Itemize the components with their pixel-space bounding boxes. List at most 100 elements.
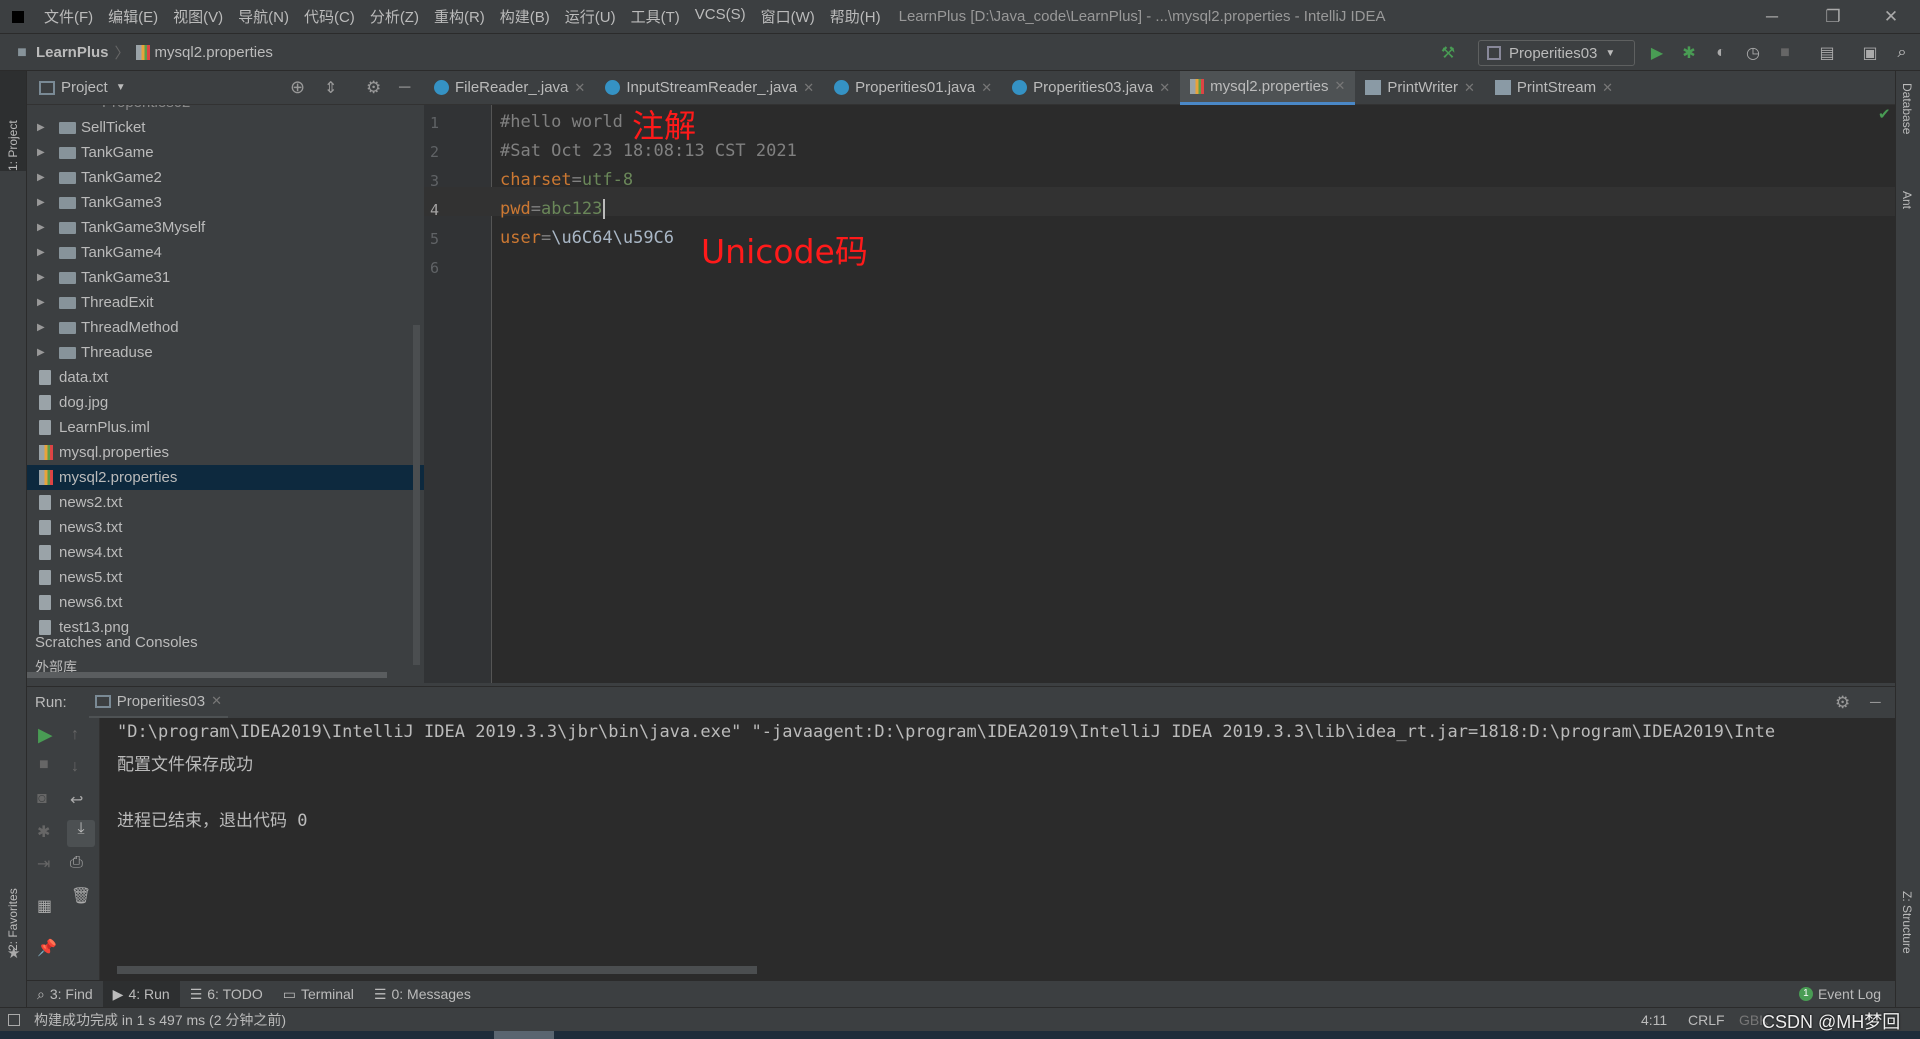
- terminal-window-icon[interactable]: ▣: [1860, 43, 1880, 63]
- tree-item[interactable]: news4.txt: [27, 540, 424, 565]
- login-icon[interactable]: ⇥: [37, 854, 50, 874]
- editor-tab[interactable]: PrintStream ✕: [1485, 71, 1623, 105]
- pin-icon[interactable]: 📌: [37, 938, 57, 958]
- close-button[interactable]: ✕: [1868, 0, 1914, 34]
- tree-horizontal-scrollbar[interactable]: [27, 672, 387, 678]
- tree-item[interactable]: ▶ ThreadExit: [27, 290, 424, 315]
- collapse-all-icon[interactable]: ⇕: [324, 78, 337, 98]
- expand-arrow-icon[interactable]: ▶: [37, 315, 45, 340]
- tree-item[interactable]: ▶ SellTicket: [27, 115, 424, 140]
- editor-tab[interactable]: Properities01.java ✕: [824, 71, 1002, 105]
- tree-item[interactable]: ▶ TankGame3: [27, 190, 424, 215]
- breadcrumb-file[interactable]: mysql2.properties: [155, 44, 273, 61]
- caret-position[interactable]: 4:11: [1641, 1012, 1667, 1028]
- tree-item[interactable]: mysql2.properties: [27, 465, 424, 490]
- debug-icon[interactable]: ✱: [1679, 43, 1699, 63]
- tree-item[interactable]: ▶ TankGame2: [27, 165, 424, 190]
- tree-vertical-scrollbar[interactable]: [413, 325, 420, 665]
- expand-arrow-icon[interactable]: ▶: [37, 140, 45, 165]
- minimize-button[interactable]: ─: [1749, 0, 1795, 34]
- tree-item-partial[interactable]: Properities02: [27, 105, 424, 115]
- tool-tab[interactable]: ⌕ 3: Find: [27, 981, 103, 1008]
- tree-item[interactable]: ▶ TankGame3Myself: [27, 215, 424, 240]
- tree-item[interactable]: ▶ Threaduse: [27, 340, 424, 365]
- build-hammer-icon[interactable]: ⚒: [1438, 43, 1458, 63]
- code-editor[interactable]: #hello world #Sat Oct 23 18:08:13 CST 20…: [492, 105, 1895, 683]
- tool-tab[interactable]: ☰ 0: Messages: [364, 981, 481, 1008]
- menu-navigate[interactable]: 导航(N): [238, 6, 289, 27]
- console-output[interactable]: "D:\program\IDEA2019\IntelliJ IDEA 2019.…: [100, 718, 1895, 980]
- expand-arrow-icon[interactable]: ▶: [37, 290, 45, 315]
- ant-tool-button[interactable]: Ant: [1900, 191, 1914, 213]
- editor-tab[interactable]: mysql2.properties ✕: [1180, 70, 1356, 105]
- tool-tab[interactable]: ▶ 4: Run: [102, 980, 180, 1008]
- stop-icon[interactable]: ■: [39, 756, 49, 774]
- expand-arrow-icon[interactable]: ▶: [37, 115, 45, 140]
- project-tool-button[interactable]: 1: Project: [0, 71, 26, 171]
- menu-tools[interactable]: 工具(T): [631, 6, 680, 27]
- tree-item[interactable]: LearnPlus.iml: [27, 415, 424, 440]
- tree-item[interactable]: ▶ TankGame: [27, 140, 424, 165]
- favorites-tool-button[interactable]: 2: Favorites: [0, 861, 26, 951]
- close-tab-icon[interactable]: ✕: [981, 80, 992, 96]
- tree-item[interactable]: dog.jpg: [27, 390, 424, 415]
- expand-arrow-icon[interactable]: ▶: [37, 215, 45, 240]
- editor-tab[interactable]: PrintWriter ✕: [1355, 71, 1484, 105]
- print-icon[interactable]: ⎙: [70, 854, 83, 872]
- close-tab-icon[interactable]: ✕: [1464, 80, 1475, 96]
- hide-icon[interactable]: ─: [399, 79, 410, 97]
- menu-help[interactable]: 帮助(H): [830, 6, 881, 27]
- event-log-button[interactable]: 1 Event Log: [1798, 986, 1881, 1002]
- menu-build[interactable]: 构建(B): [500, 6, 550, 27]
- run-tab[interactable]: Properities03 ✕: [88, 687, 228, 719]
- tree-item[interactable]: news5.txt: [27, 565, 424, 590]
- editor-tab[interactable]: InputStreamReader_.java ✕: [595, 71, 824, 105]
- expand-arrow-icon[interactable]: ▶: [37, 165, 45, 190]
- menu-code[interactable]: 代码(C): [304, 6, 355, 27]
- camera-icon[interactable]: ◙: [37, 790, 47, 808]
- arrow-down-icon[interactable]: ↓: [71, 758, 79, 776]
- scroll-to-end-icon[interactable]: ⤓: [67, 820, 95, 847]
- menu-analyze[interactable]: 分析(Z): [370, 6, 419, 27]
- tree-item[interactable]: news3.txt: [27, 515, 424, 540]
- menu-file[interactable]: 文件(F): [44, 6, 93, 27]
- editor-tab[interactable]: Properities03.java ✕: [1002, 71, 1180, 105]
- tool-windows-toggle-icon[interactable]: [8, 1013, 20, 1026]
- close-tab-icon[interactable]: ✕: [1602, 80, 1613, 96]
- console-horizontal-scrollbar[interactable]: [117, 966, 757, 974]
- menu-refactor[interactable]: 重构(R): [434, 6, 485, 27]
- soft-wrap-icon[interactable]: ↩: [70, 790, 83, 810]
- run-icon[interactable]: ▶: [1647, 43, 1667, 63]
- debug-bug-icon[interactable]: ✱: [37, 822, 50, 842]
- tree-item[interactable]: ▶ TankGame31: [27, 265, 424, 290]
- breadcrumb-project[interactable]: LearnPlus: [36, 44, 109, 61]
- close-tab-icon[interactable]: ✕: [1159, 80, 1170, 96]
- menu-window[interactable]: 窗口(W): [761, 6, 815, 27]
- tree-item-scratches[interactable]: Scratches and Consoles: [27, 630, 424, 655]
- editor-tab[interactable]: FileReader_.java ✕: [424, 71, 595, 105]
- gear-icon[interactable]: ⚙: [1835, 693, 1850, 713]
- expand-arrow-icon[interactable]: ▶: [37, 265, 45, 290]
- trash-icon[interactable]: 🗑: [71, 886, 91, 906]
- expand-arrow-icon[interactable]: ▶: [37, 340, 45, 365]
- menu-run[interactable]: 运行(U): [565, 6, 616, 27]
- menu-edit[interactable]: 编辑(E): [108, 6, 158, 27]
- restore-button[interactable]: ❐: [1810, 0, 1856, 34]
- layout-icon[interactable]: ▦: [37, 896, 52, 916]
- menu-view[interactable]: 视图(V): [173, 6, 223, 27]
- gear-icon[interactable]: ⚙: [366, 78, 381, 98]
- close-tab-icon[interactable]: ✕: [211, 693, 222, 709]
- expand-arrow-icon[interactable]: ▶: [37, 190, 45, 215]
- coverage-icon[interactable]: ◐: [1711, 43, 1731, 63]
- close-tab-icon[interactable]: ✕: [803, 80, 814, 96]
- locate-icon[interactable]: ⊕: [290, 77, 305, 98]
- chevron-down-icon[interactable]: ▼: [116, 82, 126, 93]
- tree-item[interactable]: news6.txt: [27, 590, 424, 615]
- project-view-selector[interactable]: Project: [61, 79, 108, 96]
- arrow-up-icon[interactable]: ↑: [71, 726, 79, 744]
- tree-item[interactable]: data.txt: [27, 365, 424, 390]
- stop-icon[interactable]: ■: [1775, 43, 1795, 63]
- structure-tool-button[interactable]: Z: Structure: [1900, 891, 1914, 958]
- expand-arrow-icon[interactable]: ▶: [37, 240, 45, 265]
- tool-tab[interactable]: ▭ Terminal: [273, 981, 364, 1008]
